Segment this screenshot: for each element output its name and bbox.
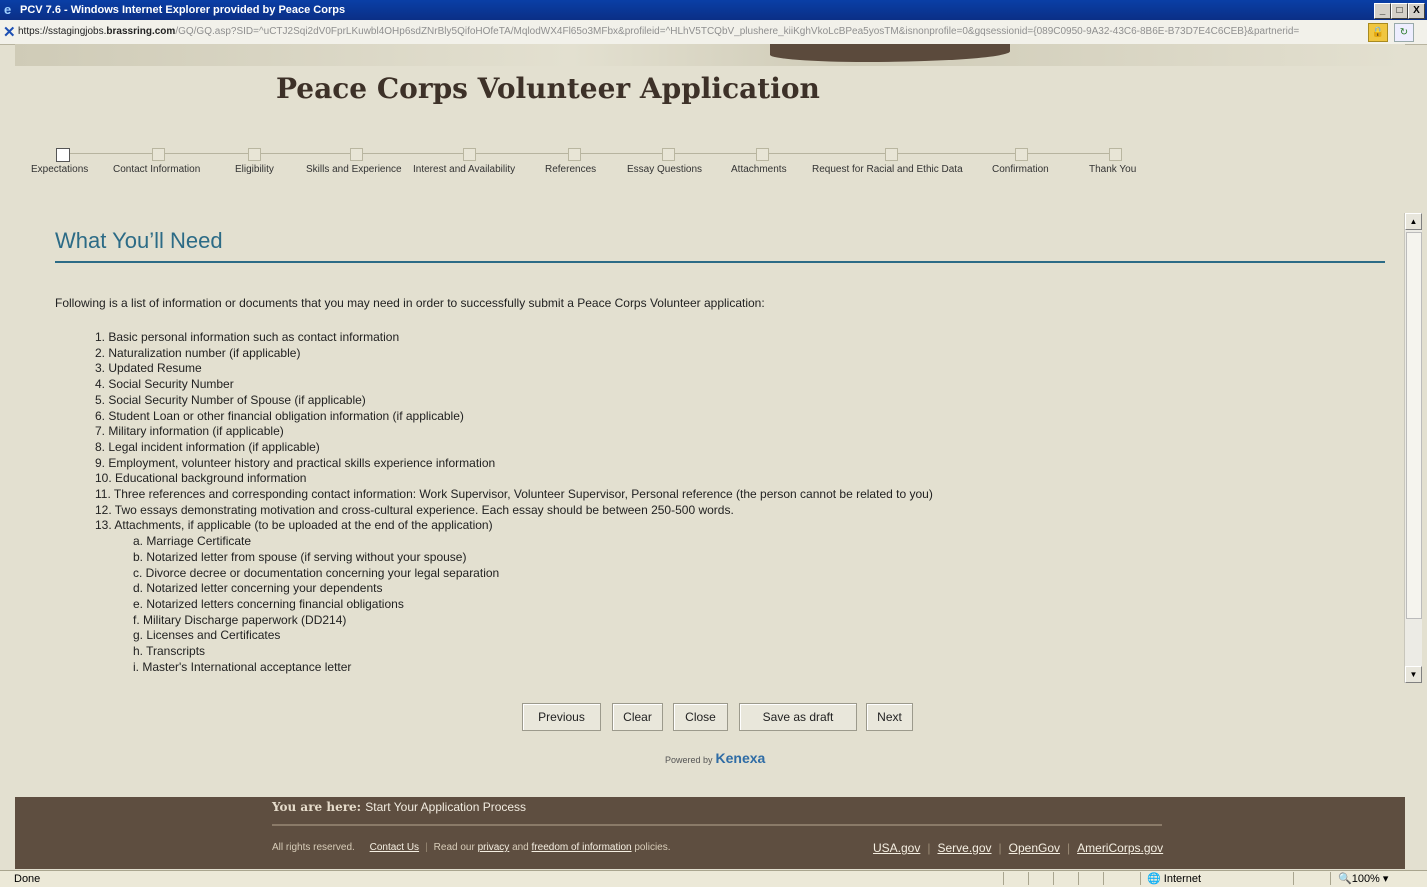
header-texture	[15, 44, 1405, 66]
intro-text: Following is a list of information or do…	[55, 296, 765, 310]
security-zone[interactable]: 🌐 Internet	[1147, 871, 1201, 887]
breadcrumb: You are here: Start Your Application Pro…	[272, 800, 527, 814]
list-item: 2. Naturalization number (if applicable)	[95, 345, 301, 360]
step-box-icon	[568, 148, 581, 161]
step-box-icon	[56, 148, 70, 162]
sublist-item: i. Master's International acceptance let…	[133, 659, 352, 674]
progress-line	[62, 153, 1115, 154]
privacy-link[interactable]: privacy	[478, 842, 510, 853]
sublist-item: f. Military Discharge paperwork (DD214)	[133, 612, 347, 627]
sublist-item: b. Notarized letter from spouse (if serv…	[133, 549, 467, 564]
footer-links: USA.gov | Serve.gov | OpenGov | AmeriCorps.gov	[873, 841, 1164, 855]
heading-divider	[55, 261, 1385, 263]
close-button[interactable]: Close	[673, 703, 728, 731]
next-button[interactable]: Next	[866, 703, 913, 731]
footer-legal: All rights reserved. Contact Us | Read our…	[272, 842, 671, 853]
clear-button[interactable]: Clear	[612, 703, 663, 731]
list-item: 11. Three references and corresponding c…	[95, 487, 933, 502]
ie-icon: e	[4, 2, 12, 17]
step-box-icon	[463, 148, 476, 161]
stop-icon[interactable]: ✕	[3, 21, 16, 45]
serve-gov-link[interactable]: Serve.gov	[937, 841, 991, 855]
save-draft-button[interactable]: Save as draft	[739, 703, 857, 731]
step-box-icon	[1109, 148, 1122, 161]
list-item: 8. Legal incident information (if applic…	[95, 439, 320, 454]
sublist-item: h. Transcripts	[133, 644, 206, 659]
list-item: 4. Social Security Number	[95, 377, 234, 392]
content-scrollbar[interactable]: ▲ ▼	[1404, 213, 1422, 683]
form-buttons: Previous Clear Close Save as draft Next	[0, 703, 1427, 733]
step-box-icon	[248, 148, 261, 161]
usa-gov-link[interactable]: USA.gov	[873, 841, 920, 855]
list-item: 5. Social Security Number of Spouse (if …	[95, 392, 366, 407]
list-item: 1. Basic personal information such as co…	[95, 330, 400, 344]
minimize-button[interactable]: _	[1374, 3, 1391, 19]
url-field[interactable]: https://sstagingjobs.brassring.com/GQ/GQ…	[18, 20, 1358, 44]
globe-icon: 🌐	[1147, 873, 1161, 885]
step-box-icon	[756, 148, 769, 161]
step-box-icon	[885, 148, 898, 161]
maximize-button[interactable]: □	[1391, 3, 1408, 19]
window-title: PCV 7.6 - Windows Internet Explorer prov…	[20, 4, 346, 16]
section-heading: What You’ll Need	[55, 228, 223, 253]
status-text: Done	[14, 873, 41, 885]
list-item: 10. Educational background information	[95, 471, 307, 486]
sublist-item: e. Notarized letters concerning financia…	[133, 596, 404, 611]
site-footer: You are here: Start Your Application Pro…	[15, 797, 1405, 869]
list-item: 13. Attachments, if applicable (to be up…	[95, 518, 493, 533]
scroll-thumb[interactable]	[1406, 232, 1422, 619]
kenexa-logo: Kenexa	[715, 750, 766, 766]
attachments-sublist: a. Marriage Certificate b. Notarized let…	[133, 534, 933, 675]
list-item: 9. Employment, volunteer history and pra…	[95, 455, 496, 470]
page-title: Peace Corps Volunteer Application	[276, 72, 820, 105]
list-item: 6. Student Loan or other financial oblig…	[95, 408, 464, 423]
opengov-link[interactable]: OpenGov	[1009, 841, 1060, 855]
scroll-up-icon[interactable]: ▲	[1405, 213, 1422, 230]
step-box-icon	[1015, 148, 1028, 161]
sublist-item: g. Licenses and Certificates	[133, 628, 281, 643]
step-box-icon	[350, 148, 363, 161]
list-item: 3. Updated Resume	[95, 361, 202, 376]
title-bar: e PCV 7.6 - Windows Internet Explorer pr…	[0, 0, 1427, 20]
zoom-control[interactable]: 🔍100% ▾	[1338, 871, 1388, 887]
lock-icon[interactable]: 🔒	[1368, 23, 1388, 42]
sublist-item: a. Marriage Certificate	[133, 534, 252, 549]
refresh-icon[interactable]: ↻	[1394, 23, 1414, 42]
contact-us-link[interactable]: Contact Us	[370, 842, 419, 853]
footer-divider	[272, 824, 1162, 826]
previous-button[interactable]: Previous	[522, 703, 601, 731]
content-panel: What You’ll Need Following is a list of …	[15, 210, 1400, 680]
step-box-icon	[662, 148, 675, 161]
progress-steps: Expectations Contact Information Eligibi…	[0, 140, 1427, 180]
foi-link[interactable]: freedom of information	[532, 842, 632, 853]
americorps-link[interactable]: AmeriCorps.gov	[1077, 841, 1163, 855]
close-window-button[interactable]: X	[1408, 3, 1425, 19]
address-bar[interactable]: ✕ https://sstagingjobs.brassring.com/GQ/…	[0, 20, 1427, 45]
sublist-item: c. Divorce decree or documentation conce…	[133, 565, 500, 580]
scroll-down-icon[interactable]: ▼	[1405, 666, 1422, 683]
status-bar: Done 🌐 Internet 🔍100% ▾	[0, 870, 1427, 887]
step-box-icon	[152, 148, 165, 161]
browser-window: e PCV 7.6 - Windows Internet Explorer pr…	[0, 0, 1427, 887]
requirements-list: 1. Basic personal information such as co…	[95, 330, 933, 675]
sublist-item: d. Notarized letter concerning your depe…	[133, 581, 383, 596]
list-item: 12. Two essays demonstrating motivation …	[95, 502, 734, 517]
powered-by: Powered by Kenexa	[665, 750, 766, 766]
list-item: 7. Military information (if applicable)	[95, 424, 284, 439]
